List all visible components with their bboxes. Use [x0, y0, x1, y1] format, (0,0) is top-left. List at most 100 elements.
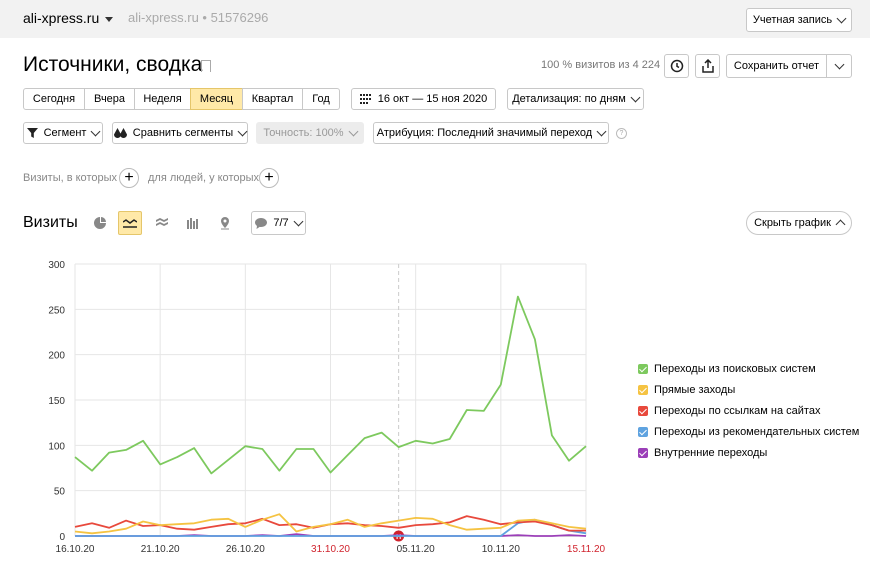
- share-icon: [701, 59, 714, 73]
- site-selector[interactable]: ali-xpress.ru: [23, 10, 114, 26]
- period-year[interactable]: Год: [302, 88, 340, 110]
- bar-chart-icon: [187, 217, 198, 229]
- x-tick-label: 15.11.20: [567, 544, 606, 555]
- chevron-up-icon: [835, 219, 846, 230]
- account-label: Учетная запись: [752, 14, 833, 26]
- checkbox-icon[interactable]: [638, 405, 648, 416]
- history-button[interactable]: [664, 54, 689, 78]
- compare-label: Сравнить сегменты: [132, 127, 234, 139]
- add-visit-condition-button[interactable]: +: [119, 168, 139, 188]
- y-tick-label: 150: [48, 396, 65, 407]
- period-yesterday[interactable]: Вчера: [84, 88, 135, 110]
- visits-info: 100 % визитов из 4 224: [541, 59, 661, 71]
- period-week[interactable]: Неделя: [134, 88, 191, 110]
- x-tick-label: 31.10.20: [311, 544, 350, 555]
- period-label: Год: [312, 93, 330, 105]
- legend-item[interactable]: Переходы по ссылкам на сайтах: [638, 400, 859, 421]
- holiday-marker: [393, 530, 405, 542]
- attribution-button[interactable]: Атрибуция: Последний значимый переход: [373, 122, 609, 144]
- attribution-label: Атрибуция: Последний значимый переход: [376, 127, 593, 139]
- map-pin-icon: [221, 216, 229, 229]
- hide-chart-button[interactable]: Скрыть график: [746, 211, 852, 235]
- period-today[interactable]: Сегодня: [23, 88, 85, 110]
- bookmark-icon[interactable]: [201, 60, 211, 72]
- checkbox-icon[interactable]: [638, 363, 648, 374]
- period-label: Неделя: [143, 93, 182, 105]
- chevron-down-icon: [293, 216, 304, 227]
- legend-item[interactable]: Переходы из рекомендательных систем: [638, 421, 859, 442]
- save-report-button[interactable]: Сохранить отчет: [726, 54, 827, 78]
- chevron-down-icon: [834, 59, 844, 70]
- segment-button[interactable]: Сегмент: [23, 122, 103, 144]
- legend-label: Прямые заходы: [654, 383, 736, 396]
- x-tick-label: 05.11.20: [397, 544, 436, 555]
- series-line: [75, 518, 587, 537]
- chevron-down-icon: [836, 13, 847, 24]
- chevron-down-icon: [90, 126, 101, 137]
- checkbox-icon[interactable]: [638, 426, 648, 437]
- line-chart-icon: [123, 219, 137, 228]
- x-tick-label: 10.11.20: [482, 544, 521, 555]
- series-line: [75, 533, 587, 537]
- period-quarter[interactable]: Квартал: [242, 88, 303, 110]
- legend-item[interactable]: Внутренние переходы: [638, 442, 859, 463]
- period-label: Месяц: [199, 93, 234, 105]
- detail-label: Детализация: по дням: [512, 93, 626, 105]
- site-secondary: ali-xpress.ru • 51576296: [128, 10, 269, 25]
- period-label: Квартал: [251, 93, 294, 105]
- line-chart-button[interactable]: [118, 211, 142, 235]
- area-chart-button[interactable]: [150, 211, 174, 235]
- hide-chart-label: Скрыть график: [754, 217, 831, 229]
- checkbox-icon[interactable]: [638, 447, 648, 458]
- filter-icon: [26, 128, 38, 138]
- page-title: Источники, сводка: [23, 53, 203, 76]
- speech-bubble-icon: [255, 217, 268, 229]
- y-tick-label: 100: [48, 441, 65, 452]
- chevron-down-icon: [630, 92, 641, 103]
- accuracy-button[interactable]: Точность: 100%: [256, 122, 364, 144]
- y-tick-label: 300: [48, 260, 65, 271]
- checkbox-icon[interactable]: [638, 384, 648, 395]
- date-range-label: 16 окт — 15 ноя 2020: [377, 93, 488, 105]
- site-name: ali-xpress.ru: [23, 10, 100, 26]
- holiday-marker-label: Н: [396, 534, 401, 541]
- period-month[interactable]: Месяц: [190, 88, 243, 110]
- legend-item[interactable]: Прямые заходы: [638, 379, 859, 400]
- date-range-button[interactable]: 16 окт — 15 ноя 2020: [351, 88, 496, 110]
- clock-icon: [670, 59, 683, 73]
- calendar-icon: [359, 94, 371, 104]
- area-chart-icon: [156, 218, 168, 226]
- compare-segments-button[interactable]: Сравнить сегменты: [112, 122, 248, 144]
- series-line: [74, 295, 587, 475]
- period-label: Вчера: [93, 93, 126, 105]
- visits-line-chart: 0 50 100 150 200 250 300 16.10.20 21.10.20 26.10.…: [48, 260, 606, 555]
- chevron-down-icon: [596, 126, 607, 137]
- y-tick-label: 250: [48, 305, 65, 316]
- add-people-condition-button[interactable]: +: [259, 168, 279, 188]
- compare-icon: [113, 127, 127, 138]
- chart-legend: Переходы из поисковых систем Прямые заход…: [638, 358, 859, 463]
- export-button[interactable]: [695, 54, 720, 78]
- help-icon[interactable]: ?: [616, 128, 627, 139]
- series-count-button[interactable]: 7/7: [251, 211, 306, 235]
- visits-title: Визиты: [23, 214, 78, 231]
- save-options-button[interactable]: [826, 54, 852, 78]
- legend-label: Переходы из рекомендательных систем: [654, 425, 860, 438]
- account-button[interactable]: Учетная запись: [746, 8, 852, 32]
- plus-icon: +: [264, 169, 274, 186]
- series-line: [74, 513, 587, 535]
- y-tick-label: 50: [54, 487, 66, 498]
- map-chart-button[interactable]: [213, 211, 237, 235]
- series-count-label: 7/7: [273, 217, 289, 229]
- save-report-label: Сохранить отчет: [733, 60, 820, 72]
- bar-chart-button[interactable]: [181, 211, 205, 235]
- chevron-down-icon: [105, 16, 114, 22]
- chevron-down-icon: [348, 126, 359, 137]
- legend-label: Внутренние переходы: [654, 446, 768, 459]
- chevron-down-icon: [237, 126, 248, 137]
- pie-chart-button[interactable]: [88, 211, 112, 235]
- x-tick-label: 16.10.20: [56, 544, 95, 555]
- plus-icon: +: [124, 169, 134, 186]
- detail-button[interactable]: Детализация: по дням: [507, 88, 644, 110]
- legend-item[interactable]: Переходы из поисковых систем: [638, 358, 859, 379]
